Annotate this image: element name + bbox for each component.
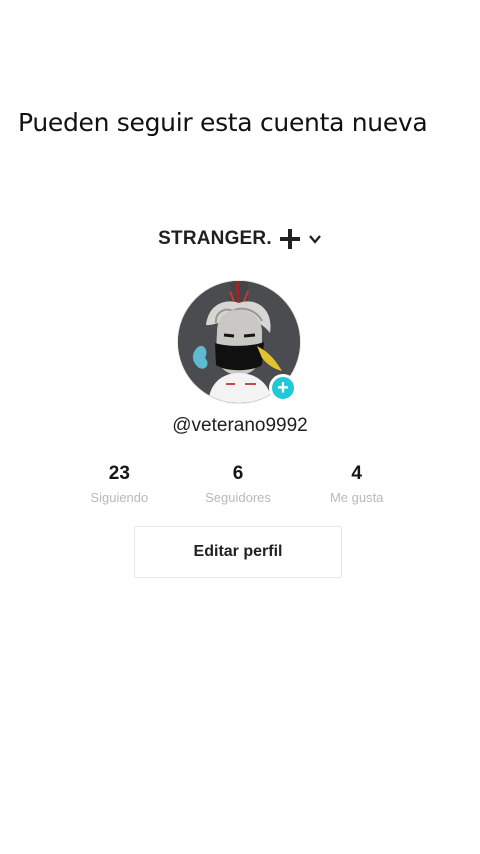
plus-icon[interactable] (279, 229, 300, 249)
stat-following-value: 23 (108, 463, 130, 484)
edit-profile-button[interactable]: Editar perfil (134, 526, 342, 578)
stat-followers-value: 6 (232, 463, 244, 484)
stat-likes[interactable]: 4 Me gusta (297, 462, 416, 505)
username-handle: @veterano9992 (172, 415, 308, 436)
profile-header: STRANGER. (0, 228, 480, 250)
account-name[interactable]: STRANGER. (158, 228, 272, 250)
chevron-down-icon[interactable] (308, 232, 322, 246)
screen: Pueden seguir esta cuenta nueva STRANGER… (0, 0, 480, 854)
stat-followers[interactable]: 6 Seguidores (179, 462, 298, 505)
follow-badge-icon[interactable]: + (269, 374, 297, 402)
stat-following[interactable]: 23 Siguiendo (60, 462, 179, 505)
stat-following-label: Siguiendo (90, 490, 149, 505)
stat-followers-label: Seguidores (205, 490, 271, 505)
profile-stats: 23 Siguiendo 6 Seguidores 4 Me gusta (60, 462, 416, 505)
avatar-container: + (177, 280, 301, 404)
stat-likes-label: Me gusta (329, 490, 384, 505)
caption-text: Pueden seguir esta cuenta nueva (18, 108, 428, 137)
stat-likes-value: 4 (351, 463, 362, 484)
